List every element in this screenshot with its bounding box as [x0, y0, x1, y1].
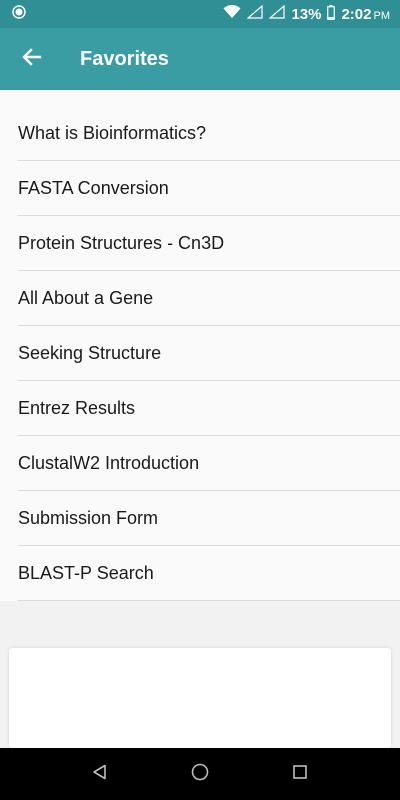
status-left	[12, 4, 26, 24]
list-item[interactable]: ClustalW2 Introduction	[18, 436, 400, 491]
list-item[interactable]: Seeking Structure	[18, 326, 400, 381]
notification-icon	[12, 4, 26, 24]
list-item[interactable]: Protein Structures - Cn3D	[18, 216, 400, 271]
nav-home-button[interactable]	[180, 754, 220, 794]
nav-back-button[interactable]	[80, 754, 120, 794]
back-button[interactable]	[0, 28, 64, 90]
list-item[interactable]: Submission Form	[18, 491, 400, 546]
battery-icon	[327, 4, 336, 24]
home-circle-icon	[191, 763, 209, 786]
wifi-icon	[223, 4, 241, 23]
battery-percent: 13%	[291, 5, 322, 23]
status-right: 13% 2:02 PM	[223, 4, 390, 24]
system-nav-bar	[0, 748, 400, 800]
back-triangle-icon	[92, 764, 108, 785]
status-bar: 13% 2:02 PM	[0, 0, 400, 28]
clock-time: 2:02	[341, 5, 372, 23]
list-item[interactable]: BLAST-P Search	[18, 546, 400, 601]
signal-icon	[246, 4, 264, 23]
nav-recents-button[interactable]	[280, 754, 320, 794]
list-item[interactable]: Entrez Results	[18, 381, 400, 436]
empty-card	[9, 648, 391, 748]
app-bar: Favorites	[0, 28, 400, 90]
favorites-list: What is Bioinformatics? FASTA Conversion…	[0, 90, 400, 601]
page-title: Favorites	[80, 47, 169, 70]
arrow-left-icon	[22, 47, 42, 72]
list-item[interactable]: FASTA Conversion	[18, 161, 400, 216]
signal-icon	[268, 4, 286, 23]
list-item[interactable]: What is Bioinformatics?	[18, 90, 400, 161]
clock-ampm: PM	[373, 9, 391, 22]
recents-square-icon	[293, 764, 307, 784]
list-item[interactable]: All About a Gene	[18, 271, 400, 326]
clock: 2:02 PM	[341, 6, 390, 23]
